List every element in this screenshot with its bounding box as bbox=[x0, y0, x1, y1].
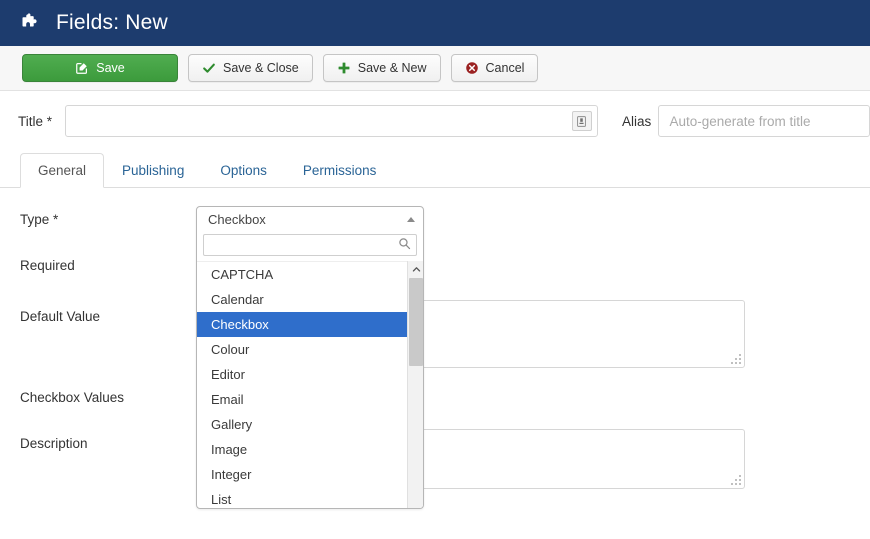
puzzle-piece-icon bbox=[22, 13, 37, 27]
default-value-label: Default Value bbox=[20, 309, 101, 324]
cancel-button-label: Cancel bbox=[485, 61, 525, 75]
tab-options-label: Options bbox=[220, 162, 267, 178]
list-item[interactable]: Email bbox=[197, 387, 409, 412]
title-label: Title * bbox=[18, 113, 53, 129]
cancel-button[interactable]: Cancel bbox=[450, 54, 539, 82]
toolbar: Save Save & Close Save & New Cancel bbox=[0, 46, 870, 91]
tab-options[interactable]: Options bbox=[202, 152, 285, 187]
option-label: Gallery bbox=[211, 417, 253, 432]
check-icon bbox=[203, 63, 215, 73]
type-option-list-wrap: CAPTCHA Calendar Checkbox Colour Editor … bbox=[197, 261, 423, 508]
list-item[interactable]: Editor bbox=[197, 362, 409, 387]
list-item[interactable]: Integer bbox=[197, 462, 409, 487]
tab-general[interactable]: General bbox=[20, 153, 105, 188]
app-header: Fields: New bbox=[0, 0, 870, 46]
title-input-wrap bbox=[64, 105, 598, 137]
default-value-textarea[interactable] bbox=[420, 300, 745, 368]
alias-input[interactable] bbox=[658, 105, 870, 137]
description-textarea[interactable] bbox=[420, 429, 745, 489]
type-select-trigger[interactable]: Checkbox bbox=[197, 207, 423, 232]
list-item[interactable]: List bbox=[197, 487, 409, 508]
save-button[interactable]: Save bbox=[22, 54, 178, 82]
option-label: Checkbox bbox=[211, 317, 269, 332]
list-item[interactable]: CAPTCHA bbox=[197, 262, 409, 287]
option-label: Editor bbox=[211, 367, 245, 382]
save-and-close-button[interactable]: Save & Close bbox=[188, 54, 313, 82]
tab-publishing[interactable]: Publishing bbox=[104, 152, 202, 187]
option-label: Email bbox=[211, 392, 244, 407]
required-label: Required bbox=[20, 258, 75, 273]
type-search-input[interactable] bbox=[203, 234, 417, 256]
list-item[interactable]: Gallery bbox=[197, 412, 409, 437]
option-label: Integer bbox=[211, 467, 252, 482]
option-label: Calendar bbox=[211, 292, 264, 307]
type-label: Type * bbox=[20, 212, 59, 227]
tab-bar: General Publishing Options Permissions bbox=[0, 152, 870, 188]
description-label: Description bbox=[20, 436, 88, 451]
list-item-selected[interactable]: Checkbox bbox=[197, 312, 409, 337]
scrollbar-thumb[interactable] bbox=[409, 278, 423, 366]
page-title: Fields: New bbox=[56, 11, 168, 34]
tab-publishing-label: Publishing bbox=[122, 162, 185, 178]
plus-icon bbox=[338, 62, 350, 74]
type-select-dropdown[interactable]: Checkbox CAPTCHA Calendar Checkbox Colou… bbox=[196, 206, 424, 509]
tab-permissions[interactable]: Permissions bbox=[285, 152, 395, 187]
general-tab-panel: Type * Required Default Value Checkbox V… bbox=[0, 188, 870, 539]
checkbox-values-label: Checkbox Values bbox=[20, 390, 125, 405]
alias-label: Alias bbox=[621, 113, 652, 129]
option-label: List bbox=[211, 492, 232, 507]
list-item[interactable]: Image bbox=[197, 437, 409, 462]
save-button-label: Save bbox=[96, 61, 125, 75]
title-input[interactable] bbox=[64, 105, 598, 137]
dropdown-scrollbar[interactable] bbox=[407, 261, 423, 508]
title-alias-row: Title * Alias bbox=[0, 92, 870, 150]
list-item[interactable]: Calendar bbox=[197, 287, 409, 312]
edit-square-icon bbox=[76, 63, 88, 74]
search-icon bbox=[399, 238, 411, 250]
option-label: Image bbox=[211, 442, 248, 457]
option-label: CAPTCHA bbox=[211, 267, 274, 282]
type-option-list[interactable]: CAPTCHA Calendar Checkbox Colour Editor … bbox=[197, 261, 409, 508]
save-and-close-button-label: Save & Close bbox=[223, 61, 299, 75]
type-search-wrap bbox=[197, 232, 423, 261]
option-label: Colour bbox=[211, 342, 250, 357]
type-select-value: Checkbox bbox=[208, 212, 266, 227]
chevron-up-icon[interactable] bbox=[407, 217, 415, 222]
tab-general-label: General bbox=[38, 163, 87, 178]
scroll-up-arrow-icon[interactable] bbox=[408, 261, 423, 277]
chevron-up-icon bbox=[412, 266, 420, 272]
resize-grip-icon[interactable] bbox=[731, 475, 741, 485]
batch-tooltip-glyph bbox=[577, 115, 587, 127]
cancel-circle-icon bbox=[465, 62, 478, 74]
resize-grip-icon[interactable] bbox=[731, 354, 741, 364]
save-and-new-button[interactable]: Save & New bbox=[322, 54, 441, 82]
batch-tooltip-icon[interactable] bbox=[571, 111, 592, 131]
tab-permissions-label: Permissions bbox=[302, 162, 377, 178]
save-and-new-button-label: Save & New bbox=[357, 61, 427, 75]
list-item[interactable]: Colour bbox=[197, 337, 409, 362]
